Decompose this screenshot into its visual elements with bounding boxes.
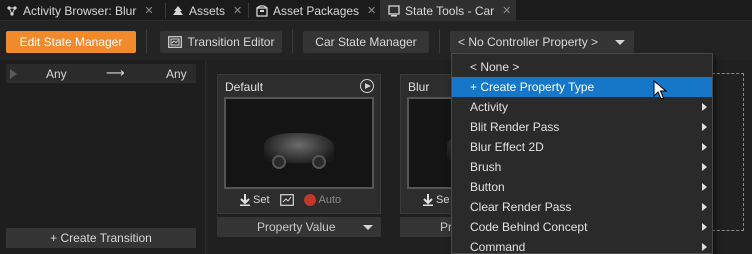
tab-asset-packages[interactable]: Asset Packages ✕ xyxy=(256,0,376,21)
download-icon xyxy=(240,194,250,206)
tab-label: Assets xyxy=(189,3,226,18)
chevron-down-icon xyxy=(615,40,625,45)
menu-item-label: < None > xyxy=(470,60,520,74)
tab-label: Asset Packages xyxy=(273,3,360,18)
create-transition-button[interactable]: + Create Transition xyxy=(6,228,196,248)
button-label: Transition Editor xyxy=(187,35,275,49)
set-button[interactable]: Set xyxy=(240,194,270,206)
menu-item-label: Clear Render Pass xyxy=(470,200,572,214)
transition-editor-icon xyxy=(167,36,182,48)
state-title: Blur xyxy=(408,80,430,94)
chevron-right-icon xyxy=(702,163,707,171)
auto-toggle[interactable]: Auto xyxy=(303,194,342,206)
menu-item-create-property-type[interactable]: + Create Property Type xyxy=(452,77,712,97)
card-actions: Se xyxy=(423,194,449,206)
state-thumbnail xyxy=(224,97,374,189)
transition-to: Any xyxy=(166,67,187,81)
transitions-panel: Any ⟶ Any + Create Transition xyxy=(0,60,206,254)
arrow-right-icon: ⟶ xyxy=(106,65,125,80)
window-icon xyxy=(388,4,400,17)
edit-state-manager-button[interactable]: Edit State Manager xyxy=(6,31,136,53)
animation-icon[interactable] xyxy=(279,194,294,206)
controller-property-dropdown[interactable]: < No Controller Property > xyxy=(450,31,634,53)
button-label: Se xyxy=(436,194,450,206)
controller-property-menu: < None > + Create Property Type Activity… xyxy=(451,53,713,254)
menu-item-brush[interactable]: Brush xyxy=(452,157,712,177)
menu-item-blur-effect-2d[interactable]: Blur Effect 2D xyxy=(452,137,712,157)
button-label: Car State Manager xyxy=(315,35,417,49)
menu-item-none[interactable]: < None > xyxy=(452,57,712,77)
state-manager-name-button[interactable]: Car State Manager xyxy=(303,31,429,53)
menu-item-label: Command xyxy=(470,240,526,254)
close-icon[interactable]: ✕ xyxy=(502,4,511,17)
card-actions: Set Auto xyxy=(240,194,341,206)
tab-assets[interactable]: Assets ✕ xyxy=(172,0,242,21)
tab-label: State Tools - Car xyxy=(405,3,495,18)
chevron-right-icon xyxy=(702,143,707,151)
menu-item-clear-render-pass[interactable]: Clear Render Pass xyxy=(452,197,712,217)
menu-item-label: Code Behind Concept xyxy=(470,220,588,234)
tab-divider xyxy=(248,3,249,18)
button-label: Edit State Manager xyxy=(19,35,123,49)
tree-icon xyxy=(172,5,184,17)
chevron-right-icon xyxy=(702,103,707,111)
chevron-right-icon xyxy=(702,183,707,191)
transition-editor-button[interactable]: Transition Editor xyxy=(160,31,282,53)
menu-item-label: Blur Effect 2D xyxy=(470,140,544,154)
chevron-down-icon xyxy=(363,225,373,230)
state-title: Default xyxy=(225,80,264,94)
chevron-right-icon xyxy=(702,203,707,211)
button-label: + Create Transition xyxy=(50,231,152,245)
drop-target-outline xyxy=(712,73,744,231)
close-icon[interactable]: ✕ xyxy=(144,4,153,17)
transition-row[interactable]: Any ⟶ Any xyxy=(6,64,196,83)
state-card-default[interactable]: Default Set Auto xyxy=(217,74,381,214)
property-value-dropdown[interactable]: Property Value xyxy=(217,217,381,237)
menu-item-blit-render-pass[interactable]: Blit Render Pass xyxy=(452,117,712,137)
activity-icon xyxy=(6,5,18,17)
button-label: Set xyxy=(253,194,270,206)
tab-state-tools[interactable]: State Tools - Car ✕ xyxy=(380,0,516,21)
menu-item-label: Button xyxy=(470,180,505,194)
dropdown-value: < No Controller Property > xyxy=(458,35,599,49)
menu-item-label: Brush xyxy=(470,160,502,174)
toolbar-divider xyxy=(146,29,147,53)
menu-item-button[interactable]: Button xyxy=(452,177,712,197)
mouse-cursor-icon xyxy=(653,80,667,100)
play-icon[interactable] xyxy=(10,69,17,79)
record-icon xyxy=(303,194,316,206)
menu-item-activity[interactable]: Activity xyxy=(452,97,712,117)
play-icon[interactable] xyxy=(360,79,374,93)
transition-from: Any xyxy=(46,67,67,81)
toolbar-divider xyxy=(439,29,440,53)
set-button[interactable]: Se xyxy=(423,194,449,206)
toolbar-divider xyxy=(292,29,293,53)
menu-item-code-behind-concept[interactable]: Code Behind Concept xyxy=(452,217,712,237)
menu-item-label: Blit Render Pass xyxy=(470,120,560,134)
chevron-right-icon xyxy=(702,223,707,231)
menu-item-label: + Create Property Type xyxy=(470,80,595,94)
menu-item-command[interactable]: Command xyxy=(452,237,712,254)
chevron-right-icon xyxy=(702,123,707,131)
tab-bar: Activity Browser: Blur ✕ Assets ✕ Asset … xyxy=(0,0,752,21)
car-wheel xyxy=(272,155,286,169)
download-icon xyxy=(423,194,433,206)
package-icon xyxy=(256,4,268,17)
close-icon[interactable]: ✕ xyxy=(233,4,242,17)
tab-activity-browser[interactable]: Activity Browser: Blur ✕ xyxy=(6,0,154,21)
button-label: Auto xyxy=(318,194,342,206)
chevron-right-icon xyxy=(702,243,707,251)
tab-label: Activity Browser: Blur xyxy=(23,3,137,18)
menu-item-label: Activity xyxy=(470,100,509,114)
close-icon[interactable]: ✕ xyxy=(367,4,376,17)
dropdown-value: Property Value xyxy=(257,220,336,234)
car-wheel xyxy=(312,155,326,169)
tab-divider xyxy=(165,3,166,18)
